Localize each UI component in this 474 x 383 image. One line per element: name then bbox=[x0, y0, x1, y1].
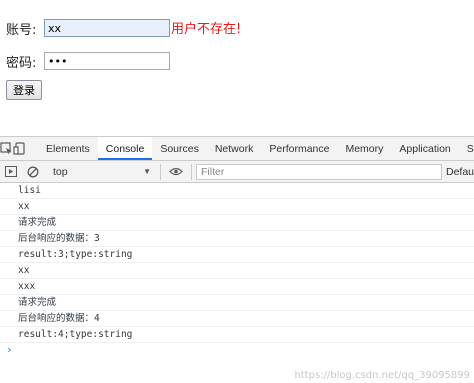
error-message: 用户不存在! bbox=[171, 22, 242, 37]
context-value: top bbox=[53, 165, 68, 178]
tab-performance[interactable]: Performance bbox=[261, 137, 337, 160]
console-message: result:4;type:string bbox=[0, 327, 474, 343]
console-message: 请求完成 bbox=[0, 295, 474, 311]
inspect-element-icon[interactable] bbox=[0, 137, 13, 160]
password-input[interactable] bbox=[44, 52, 170, 70]
tab-security[interactable]: Se bbox=[459, 137, 474, 160]
console-toolbar: top ▼ Filter Defau bbox=[0, 161, 474, 183]
log-levels-dropdown[interactable]: Defau bbox=[442, 166, 474, 178]
tab-console[interactable]: Console bbox=[97, 137, 153, 160]
tab-elements[interactable]: Elements bbox=[38, 137, 98, 160]
clear-console-icon[interactable] bbox=[22, 161, 44, 182]
console-message: 后台响应的数据：4 bbox=[0, 311, 474, 327]
console-message: xx bbox=[0, 199, 474, 215]
tab-network[interactable]: Network bbox=[207, 137, 262, 160]
tab-application[interactable]: Application bbox=[391, 137, 458, 160]
dropdown-arrow-icon: ▼ bbox=[143, 167, 151, 176]
console-message: result:3;type:string bbox=[0, 247, 474, 263]
console-output: lisi xx 请求完成 后台响应的数据：3 result:3;type:str… bbox=[0, 183, 474, 359]
prompt-chevron-icon: › bbox=[6, 343, 13, 356]
devtools-panel: Elements Console Sources Network Perform… bbox=[0, 136, 474, 383]
tab-memory[interactable]: Memory bbox=[337, 137, 391, 160]
context-selector[interactable]: top ▼ bbox=[46, 163, 156, 181]
console-prompt[interactable]: › bbox=[0, 343, 474, 359]
console-message: 后台响应的数据：3 bbox=[0, 231, 474, 247]
devtools-tabbar: Elements Console Sources Network Perform… bbox=[0, 137, 474, 161]
toolbar-divider bbox=[191, 163, 192, 180]
sidebar-toggle-icon[interactable] bbox=[0, 161, 22, 182]
login-button[interactable]: 登录 bbox=[6, 80, 42, 100]
filter-input[interactable]: Filter bbox=[196, 163, 442, 180]
eye-icon[interactable] bbox=[165, 161, 187, 182]
console-message: xxx bbox=[0, 279, 474, 295]
watermark: https://blog.csdn.net/qq_39095899 bbox=[294, 370, 470, 381]
console-message: lisi bbox=[0, 183, 474, 199]
page-content: 账号: 用户不存在! 密码: 登录 bbox=[0, 0, 474, 136]
console-message: 请求完成 bbox=[0, 215, 474, 231]
account-input[interactable] bbox=[44, 19, 170, 37]
account-label: 账号: bbox=[6, 23, 37, 38]
password-label: 密码: bbox=[6, 56, 37, 71]
tab-sources[interactable]: Sources bbox=[152, 137, 207, 160]
console-message: xx bbox=[0, 263, 474, 279]
device-toolbar-icon[interactable] bbox=[13, 137, 26, 160]
toolbar-divider bbox=[160, 163, 161, 180]
